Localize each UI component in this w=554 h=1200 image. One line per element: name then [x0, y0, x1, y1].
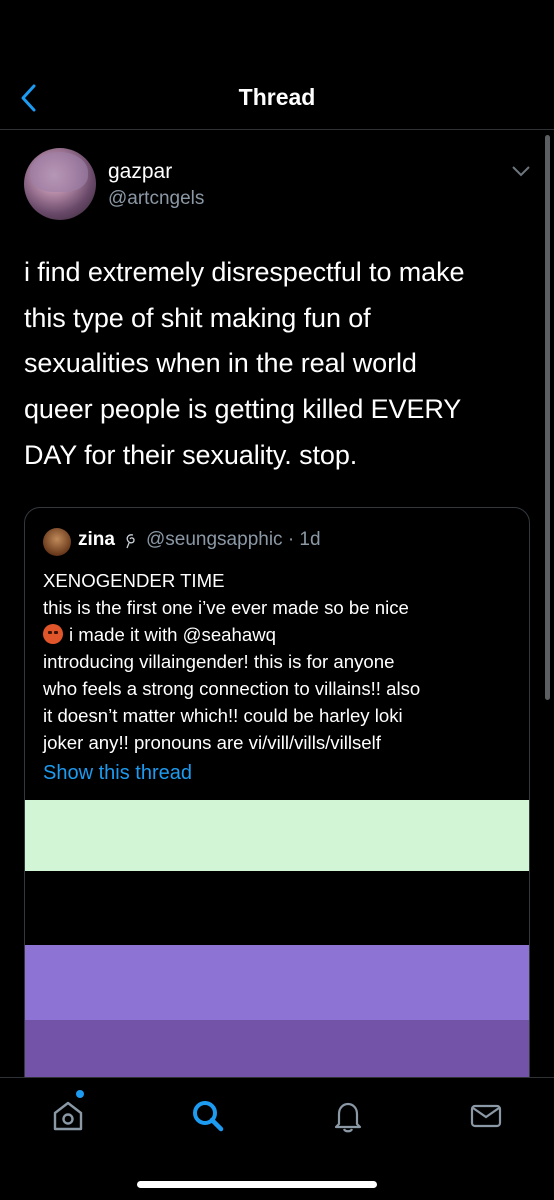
- tweet-line: i find extremely disrespectful to make: [24, 257, 465, 287]
- quote-line-text: i made it with @seahawq: [69, 624, 276, 645]
- angry-face-emoji-icon: [43, 624, 63, 644]
- flag-stripe-1[interactable]: [25, 800, 529, 871]
- user-handle[interactable]: @artcngels: [108, 188, 204, 210]
- quote-display-name[interactable]: zina: [78, 529, 115, 551]
- page-title: Thread: [238, 84, 316, 110]
- quote-handle[interactable]: @seungsapphic · 1d: [146, 529, 321, 551]
- quote-line: who feels a strong connection to villain…: [43, 678, 421, 699]
- quote-avatar[interactable]: [43, 528, 71, 556]
- show-thread-link[interactable]: Show this thread: [43, 762, 192, 785]
- messages-icon[interactable]: [468, 1098, 504, 1134]
- search-icon[interactable]: [190, 1098, 226, 1134]
- scrollbar[interactable]: [545, 135, 550, 700]
- quote-line: it doesn’t matter which!! could be harle…: [43, 705, 403, 726]
- home-indicator[interactable]: [137, 1181, 377, 1188]
- tweet-line: queer people is getting killed EVERY: [24, 394, 462, 425]
- unread-dot-icon: [76, 1090, 84, 1098]
- flag-stripe-3[interactable]: [25, 945, 529, 1020]
- nav-header: Thread: [0, 0, 554, 130]
- pronoun-icon: [126, 534, 135, 549]
- flag-stripe-2[interactable]: [25, 871, 529, 945]
- quote-line: XENOGENDER TIME: [43, 570, 225, 591]
- quote-line: joker any!! pronouns are vi/vill/vills/v…: [43, 732, 381, 753]
- tweet-line: DAY for their sexuality. stop.: [24, 439, 358, 470]
- quoted-tweet[interactable]: zina @seungsapphic · 1d XENOGENDER TIME …: [24, 507, 530, 1107]
- tweet-line: sexualities when in the real world: [24, 348, 417, 379]
- quote-line: introducing villaingender! this is for a…: [43, 651, 395, 672]
- notifications-icon[interactable]: [330, 1098, 366, 1134]
- home-icon[interactable]: [50, 1098, 86, 1134]
- quote-text: XENOGENDER TIME this is the first one i’…: [43, 567, 523, 756]
- quote-line: this is the first one i’ve ever made so …: [43, 597, 409, 618]
- quote-line: i made it with @seahawq: [43, 621, 523, 648]
- chevron-down-icon[interactable]: [510, 162, 532, 180]
- tweet-text: i find extremely disrespectful to make t…: [24, 250, 539, 479]
- tweet-line: this type of shit making fun of: [24, 302, 371, 333]
- avatar[interactable]: [24, 148, 96, 220]
- display-name[interactable]: gazpar: [108, 160, 172, 184]
